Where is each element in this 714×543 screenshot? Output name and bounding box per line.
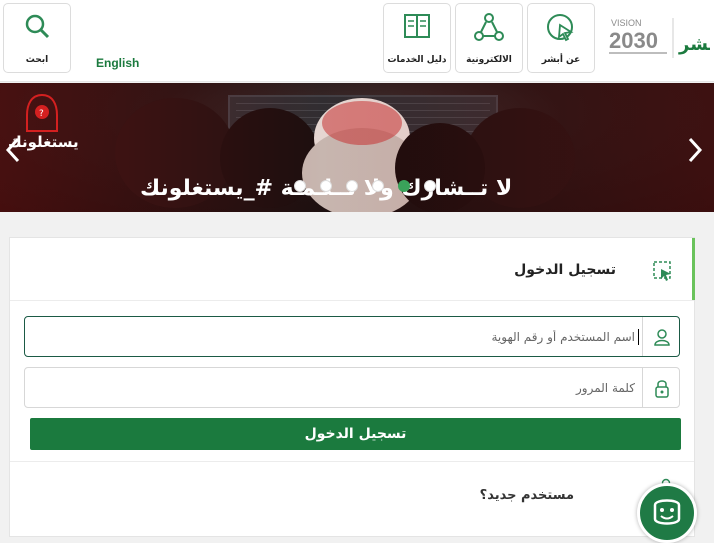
carousel-pagination: [290, 180, 440, 194]
new-user-link[interactable]: مستخدم جديد؟: [480, 488, 574, 503]
share-network-icon: [474, 13, 504, 41]
svg-text:?: ?: [39, 109, 44, 119]
carousel-dot[interactable]: [294, 180, 306, 192]
search-button[interactable]: ابحث: [3, 3, 71, 73]
carousel-next-button[interactable]: [684, 135, 706, 165]
book-icon: [404, 14, 430, 38]
search-icon: [25, 14, 50, 39]
login-title: تسجيل الدخول: [514, 262, 616, 278]
panel-divider-lower: [10, 461, 694, 462]
top-header: ابحث English دليل الخدمات الالكترونية عن…: [0, 0, 714, 82]
chat-support-button[interactable]: [637, 483, 697, 543]
carousel-dot-active[interactable]: [398, 180, 410, 192]
password-addon: [642, 368, 679, 407]
carousel-dot[interactable]: [424, 180, 436, 192]
username-input[interactable]: [25, 317, 643, 356]
panel-divider: [10, 300, 694, 301]
vision-2030-absher-logo: VISION 2030 أبشر: [609, 18, 710, 58]
search-label: ابحث: [25, 55, 49, 65]
login-cursor-icon: [653, 261, 671, 281]
carousel-dot[interactable]: [346, 180, 358, 192]
user-icon: [654, 329, 670, 346]
svg-text:أبشر: أبشر: [678, 32, 710, 55]
carousel-dot[interactable]: [372, 180, 384, 192]
cursor-click-icon: [547, 14, 574, 42]
chevron-right-icon: [688, 137, 703, 163]
e-services-button[interactable]: الالكترونية: [455, 3, 523, 73]
services-guide-button[interactable]: دليل الخدمات: [383, 3, 451, 73]
svg-text:2030: 2030: [609, 28, 658, 53]
hacker-hood-icon: ?: [26, 93, 58, 132]
services-guide-label: دليل الخدمات: [387, 55, 447, 65]
text-caret: [638, 329, 639, 345]
username-field[interactable]: [24, 316, 680, 357]
about-absher-button[interactable]: عن أبشر: [527, 3, 595, 73]
chat-face-icon: [653, 499, 681, 525]
username-addon: [642, 317, 679, 356]
lock-icon: [655, 380, 669, 398]
panel-accent-bar: [692, 238, 695, 300]
login-submit-button[interactable]: تسجيل الدخول: [30, 418, 681, 450]
login-panel: تسجيل الدخول تسجيل الدخول مستخدم جديد؟: [9, 237, 695, 537]
about-absher-label: عن أبشر: [541, 55, 581, 65]
password-input[interactable]: [25, 368, 643, 407]
password-field[interactable]: [24, 367, 680, 408]
chevron-left-icon: [5, 137, 20, 163]
carousel-dot[interactable]: [320, 180, 332, 192]
e-services-label: الالكترونية: [466, 55, 512, 65]
carousel-prev-button[interactable]: [2, 135, 24, 165]
language-switch-link[interactable]: English: [96, 56, 139, 70]
svg-text:VISION: VISION: [611, 18, 642, 28]
